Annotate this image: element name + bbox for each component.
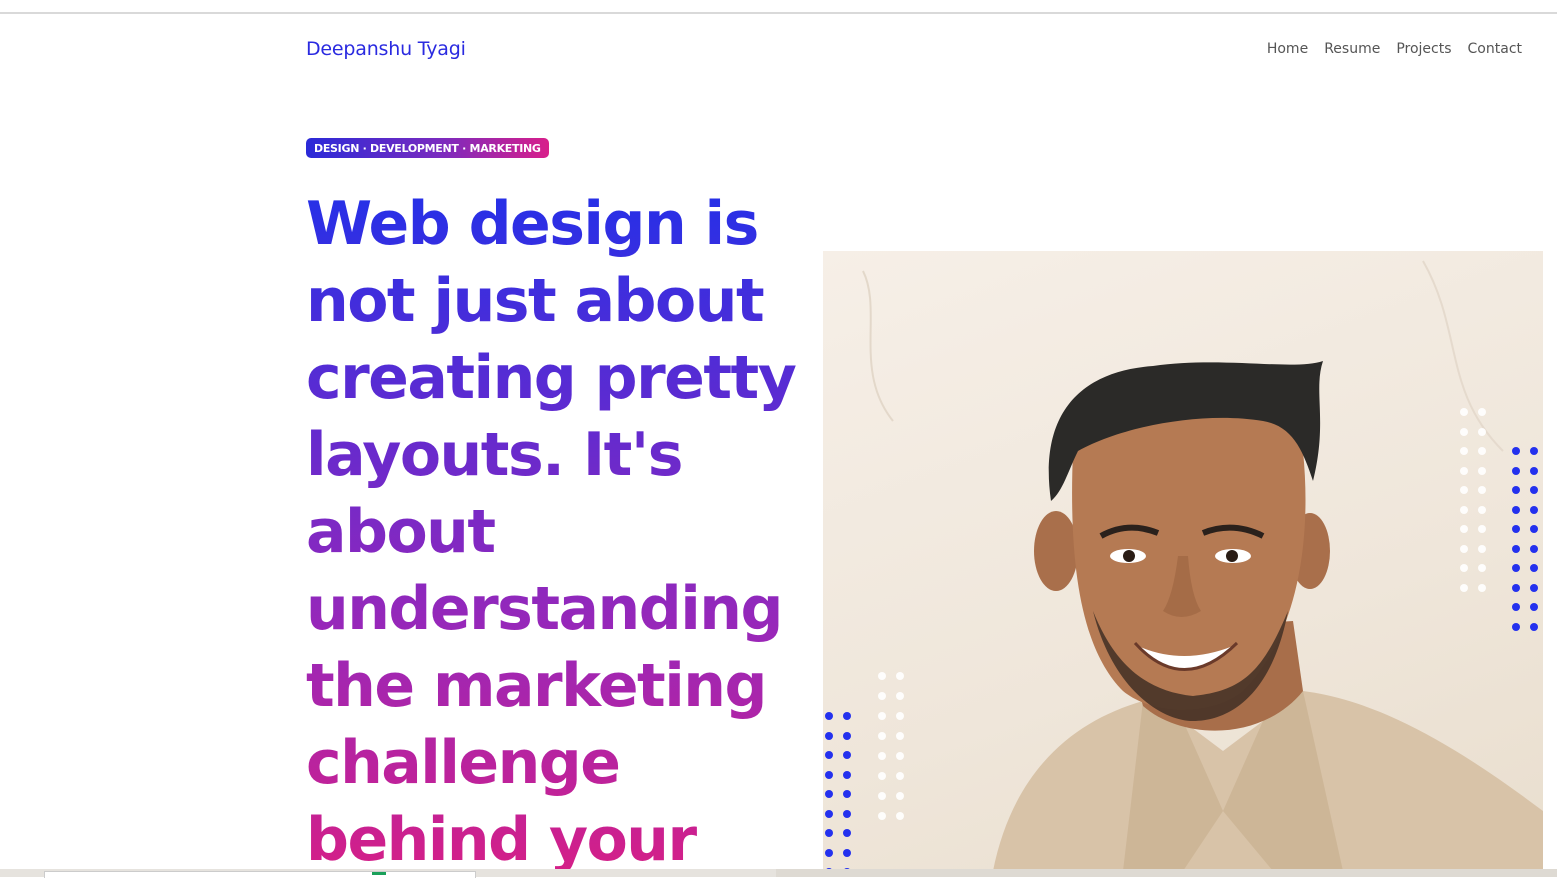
dot-pattern-right [1512,447,1538,631]
taskbar-tab-right[interactable] [776,869,1557,877]
skills-badge: DESIGN · DEVELOPMENT · MARKETING [306,138,549,158]
portrait-illustration [862,260,1543,871]
taskbar-indicator [372,872,386,875]
brand-logo-text[interactable]: Deepanshu Tyagi [306,38,466,60]
dot-pattern-left [825,712,851,876]
dot-pattern-left-faint [878,672,904,820]
nav-contact[interactable]: Contact [1468,41,1522,57]
top-border [0,12,1557,14]
nav-resume[interactable]: Resume [1324,41,1380,57]
main-nav: Home Resume Projects Contact [1267,41,1522,57]
nav-projects[interactable]: Projects [1396,41,1451,57]
taskbar-strip [0,869,1557,878]
portrait-photo [823,251,1543,871]
hero-headline: Web design is not just about creating pr… [306,186,816,879]
nav-home[interactable]: Home [1267,41,1308,57]
dot-pattern-right-faint [1460,408,1486,592]
